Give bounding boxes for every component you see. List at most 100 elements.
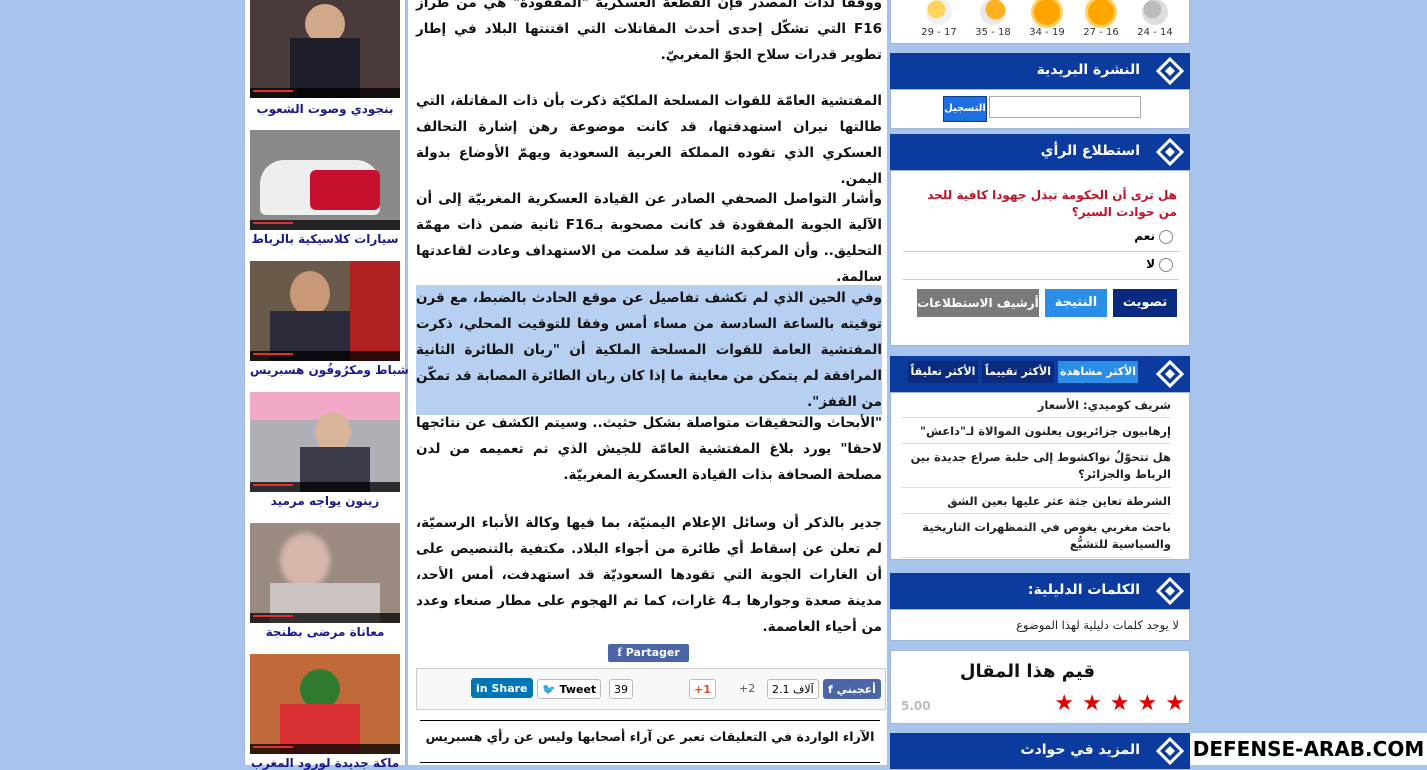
star-icon[interactable]: ★ <box>1110 691 1130 716</box>
more-header: المزيد في حوادث <box>890 733 1190 769</box>
list-item[interactable]: شريف كوميدي: الأسعار <box>901 397 1171 418</box>
popular-tabs-header: الأكثر مشاهدة الأكثر تقييماً الأكثر تعلي… <box>890 356 1190 392</box>
video-progress-bar[interactable] <box>250 482 400 492</box>
article-paragraph: "الأبحاث والتحقيقات متواصلة بشكل حثيث.. … <box>416 415 882 483</box>
video-thumbnail[interactable] <box>250 261 400 361</box>
share-bar: in Share 🐦 Tweet 39 +1 +2 2.1 آلاف f أعج… <box>416 668 886 710</box>
linkedin-share-button[interactable]: in Share <box>471 678 533 698</box>
facebook-like-button[interactable]: f أعجبني <box>823 679 881 699</box>
star-icon[interactable]: ★ <box>1054 691 1074 716</box>
linkedin-icon: in <box>476 682 492 695</box>
video-progress-bar[interactable] <box>250 88 400 98</box>
video-progress-bar[interactable] <box>250 351 400 361</box>
partager-button[interactable]: f Partager <box>608 644 689 662</box>
facebook-icon: f <box>828 683 837 696</box>
newsletter-header: النشرة البريدية <box>890 53 1190 89</box>
newsletter-subscribe-button[interactable]: التسجيل <box>943 96 987 122</box>
article-paragraph: ووفقا لذات المصدر فإن القطعة العسكرية "ا… <box>416 0 882 63</box>
tab-most-commented[interactable]: الأكثر تعليقاً <box>908 361 978 383</box>
comments-disclaimer: الآراء الواردة في التعليقات تعبر عن آراء… <box>425 729 875 744</box>
video-caption[interactable]: معاناة مرضى بطنجة <box>250 625 400 639</box>
hespress-logo-icon <box>1156 577 1184 605</box>
poll-box: هل ترى أن الحكومة تبذل جهودا كافية للحد … <box>890 170 1190 346</box>
list-item[interactable]: الشرطة تعاين جثة عثر عليها بعين الشق <box>901 493 1171 514</box>
hespress-logo-icon <box>1156 360 1184 388</box>
poll-vote-button[interactable]: تصويت <box>1113 289 1177 317</box>
divider <box>903 251 1179 252</box>
star-icon[interactable]: ★ <box>1082 691 1102 716</box>
hespress-logo-icon <box>1156 737 1184 765</box>
rating-title: قيم هذا المقال <box>959 661 1095 682</box>
newsletter-input[interactable] <box>989 96 1141 118</box>
facebook-icon: f <box>617 646 626 659</box>
video-caption[interactable]: سيارات كلاسيكية بالرباط <box>250 232 400 246</box>
rating-stars[interactable]: ★ ★ ★ ★ ★ <box>1046 691 1185 716</box>
keywords-box: لا يوجد كلمات دليلية لهذا الموضوع <box>890 609 1190 641</box>
video-item[interactable]: شباط ومكرُوفُون هسبريس <box>250 261 409 377</box>
sidebar: 29 - 17 35 - 18 34 - 19 27 - 16 24 - 14 … <box>888 0 1190 769</box>
hespress-logo-icon <box>1156 138 1184 166</box>
video-thumbnail[interactable] <box>250 0 400 98</box>
video-caption[interactable]: شباط ومكرُوفُون هسبريس <box>250 363 409 377</box>
video-thumbnail[interactable] <box>250 130 400 230</box>
partly-cloudy-icon <box>980 0 1006 25</box>
newsletter-box: التسجيل <box>890 89 1190 129</box>
video-item[interactable]: ماكة جديدة لورود المغرب <box>250 654 400 770</box>
weather-widget: 29 - 17 35 - 18 34 - 19 27 - 16 24 - 14 <box>890 0 1190 44</box>
keywords-empty-text: لا يوجد كلمات دليلية لهذا الموضوع <box>1016 618 1179 632</box>
article-paragraph: المفتشية العامّة للقوات المسلحة الملكيّة… <box>416 93 882 187</box>
list-item[interactable]: هل تتحوّلُ نواكشوط إلى حلبة صراع جديدة ب… <box>901 449 1171 488</box>
video-progress-bar[interactable] <box>250 613 400 623</box>
poll-archive-button[interactable]: أرشيف الاستطلاعات <box>917 289 1039 317</box>
tweet-button[interactable]: 🐦 Tweet <box>537 679 602 699</box>
moon-cloud-icon <box>1142 0 1168 25</box>
weather-day: 34 - 19 <box>1027 0 1067 38</box>
article-paragraph: وأشار التواصل الصحفي الصادر عن القيادة ا… <box>416 191 882 285</box>
video-thumbnail[interactable] <box>250 523 400 623</box>
radio-button[interactable] <box>1159 257 1173 272</box>
google-plus-count: +2 <box>739 682 756 695</box>
video-caption[interactable]: بنجودي وصوت الشعوب <box>250 102 400 116</box>
tab-most-viewed[interactable]: الأكثر مشاهدة <box>1058 361 1138 383</box>
tweet-count: 39 <box>609 679 633 699</box>
tab-most-rated[interactable]: الأكثر تقييماً <box>982 361 1054 383</box>
weather-day: 29 - 17 <box>919 0 959 38</box>
facebook-like-count: 2.1 آلاف <box>767 679 819 699</box>
divider <box>420 762 880 763</box>
sun-icon <box>1034 0 1060 25</box>
weather-day: 27 - 16 <box>1081 0 1121 38</box>
poll-option-no[interactable]: لا <box>1146 257 1173 272</box>
video-item[interactable]: بنجودي وصوت الشعوب <box>250 0 400 116</box>
poll-option-yes[interactable]: نعم <box>1134 229 1173 244</box>
star-icon[interactable]: ★ <box>1138 691 1158 716</box>
watermark: DEFENSE-ARAB.COM <box>1190 733 1427 765</box>
video-thumbnail[interactable] <box>250 654 400 754</box>
article-body: ووفقا لذات المصدر فإن القطعة العسكرية "ا… <box>408 0 887 765</box>
rating-score: 5.00 <box>901 699 931 713</box>
poll-header: استطلاع الرأي <box>890 134 1190 170</box>
video-item[interactable]: سيارات كلاسيكية بالرباط <box>250 130 400 246</box>
hespress-logo-icon <box>1156 57 1184 85</box>
video-caption[interactable]: ماكة جديدة لورود المغرب <box>250 756 400 770</box>
keywords-header: الكلمات الدليلية: <box>890 573 1190 609</box>
video-column: بنجودي وصوت الشعوب سيارات كلاسيكية بالرب… <box>244 0 409 770</box>
poll-question: هل ترى أن الحكومة تبذل جهودا كافية للحد … <box>927 188 1177 219</box>
poll-result-button[interactable]: النتيجة <box>1045 289 1107 317</box>
google-plus-button[interactable]: +1 <box>689 679 716 699</box>
video-item[interactable]: معاناة مرضى بطنجة <box>250 523 400 639</box>
divider <box>420 720 880 721</box>
list-item[interactable]: إرهابيون جزائريون يعلنون الموالاة لـ"داع… <box>901 423 1171 444</box>
weather-day: 24 - 14 <box>1135 0 1175 38</box>
article-paragraph: جدير بالذكر أن وسائل الإعلام اليمنيّة، ب… <box>416 515 882 635</box>
video-item[interactable]: زينون يواجه مرميد <box>250 392 400 508</box>
video-thumbnail[interactable] <box>250 392 400 492</box>
list-item[interactable]: باحث مغربي يغوص في التمظهرات التاريخية و… <box>901 519 1171 558</box>
twitter-icon: 🐦 <box>542 683 556 696</box>
partly-cloudy-icon <box>926 0 952 25</box>
star-icon[interactable]: ★ <box>1165 691 1185 716</box>
video-caption[interactable]: زينون يواجه مرميد <box>250 494 400 508</box>
radio-button[interactable] <box>1159 229 1173 244</box>
video-progress-bar[interactable] <box>250 744 400 754</box>
video-progress-bar[interactable] <box>250 220 400 230</box>
article-paragraph-selected: وفي الحين الذي لم تكشف تفاصيل عن موقع ال… <box>416 285 882 415</box>
